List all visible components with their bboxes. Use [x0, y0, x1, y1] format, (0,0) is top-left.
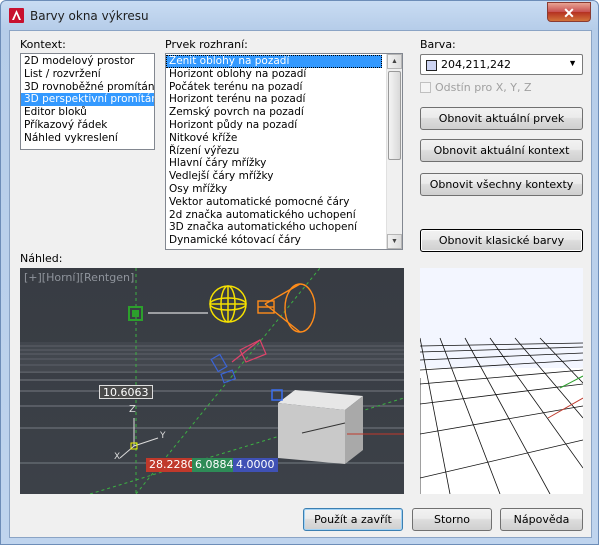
coord-y-box: 6.0884 — [192, 458, 237, 472]
element-item[interactable]: Počátek terénu na pozadí — [166, 81, 382, 94]
element-item[interactable]: Osy mřížky — [166, 183, 382, 196]
axis-z-label: Z — [129, 404, 136, 415]
color-label: Barva: — [420, 38, 456, 51]
autocad-logo-icon — [9, 8, 24, 23]
context-label: Kontext: — [20, 38, 66, 51]
apply-close-button[interactable]: Použít a zavřít — [303, 508, 403, 531]
color-combobox[interactable]: 204,211,242 ▼ — [420, 54, 583, 75]
cancel-button[interactable]: Storno — [412, 508, 492, 531]
window-title: Barvy okna výkresu — [30, 9, 149, 23]
preview-label: Náhled: — [20, 252, 63, 265]
coord-x-box: 28.2280 — [146, 458, 198, 472]
dialog-client-area: Kontext: 2D modelový prostor List / rozvr… — [9, 30, 592, 538]
element-item[interactable]: Vektor automatické pomocné čáry — [166, 196, 382, 209]
element-item[interactable]: 2d značka automatického uchopení — [166, 209, 382, 222]
context-listbox[interactable]: 2D modelový prostor List / rozvržení 3D ro… — [20, 53, 155, 150]
context-item[interactable]: 3D rovnoběžné promítání — [21, 81, 154, 94]
element-item[interactable]: Řízení výřezu — [166, 145, 382, 158]
chevron-down-icon[interactable]: ▼ — [568, 58, 577, 68]
viewport-label: [+][Horní][Rentgen] — [24, 271, 135, 284]
scroll-down-icon[interactable]: ▼ — [387, 234, 402, 249]
context-item[interactable]: List / rozvržení — [21, 68, 154, 81]
element-label: Prvek rozhraní: — [165, 38, 248, 51]
restore-classic-button[interactable]: Obnovit klasické barvy — [420, 229, 583, 252]
element-item[interactable]: Dynamické kótovací čáry — [166, 234, 382, 247]
perspective-grid — [420, 268, 583, 494]
restore-context-button[interactable]: Obnovit aktuální kontext — [420, 139, 583, 162]
element-scrollbar[interactable]: ▲ ▼ — [386, 54, 402, 249]
context-item[interactable]: Příkazový řádek — [21, 119, 154, 132]
element-listbox[interactable]: Zenit oblohy na pozadí Horizont oblohy na… — [165, 53, 403, 250]
element-item[interactable]: Horizont terénu na pozadí — [166, 93, 382, 106]
perspective-preview — [420, 268, 583, 494]
close-button[interactable]: ✕ — [547, 2, 591, 22]
element-item[interactable]: Horizont oblohy na pozadí — [166, 68, 382, 81]
color-value: 204,211,242 — [441, 58, 511, 71]
context-item[interactable]: Editor bloků — [21, 106, 154, 119]
title-bar[interactable]: Barvy okna výkresu ✕ — [1, 1, 600, 30]
axis-y-label: Y — [160, 431, 166, 441]
restore-element-button[interactable]: Obnovit aktuální prvek — [420, 107, 583, 130]
color-swatch — [426, 60, 437, 71]
dialog-window: Barvy okna výkresu ✕ Kontext: 2D modelov… — [0, 0, 599, 545]
element-item[interactable]: Zemský povrch na pozadí — [166, 106, 382, 119]
element-item[interactable]: Zenit oblohy na pozadí — [166, 55, 382, 68]
coord-z-box: 4.0000 — [233, 458, 278, 472]
preview-viewport: [+][Horní][Rentgen] 10.6063 Z Y X 28.228… — [20, 268, 404, 494]
element-item[interactable]: Horizont půdy na pozadí — [166, 119, 382, 132]
context-item[interactable]: 2D modelový prostor — [21, 55, 154, 68]
context-item[interactable]: 3D perspektivní promítání — [21, 93, 154, 107]
element-item[interactable]: Vedlejší čáry mřížky — [166, 170, 382, 183]
context-item[interactable]: Náhled vykreslení — [21, 132, 154, 145]
scroll-thumb[interactable] — [388, 71, 401, 160]
tint-checkbox[interactable] — [420, 82, 431, 93]
tint-label: Odstín pro X, Y, Z — [435, 81, 532, 94]
help-button[interactable]: Nápověda — [500, 508, 583, 531]
scroll-up-icon[interactable]: ▲ — [387, 54, 402, 69]
element-item[interactable]: Hlavní čáry mřížky — [166, 157, 382, 170]
axis-x-label: X — [114, 452, 121, 462]
element-item[interactable]: Nitkové kříže — [166, 132, 382, 145]
dimension-value: 10.6063 — [99, 385, 153, 399]
element-item[interactable]: 3D značka automatického uchopení — [166, 221, 382, 234]
restore-all-button[interactable]: Obnovit všechny kontexty — [420, 173, 583, 196]
